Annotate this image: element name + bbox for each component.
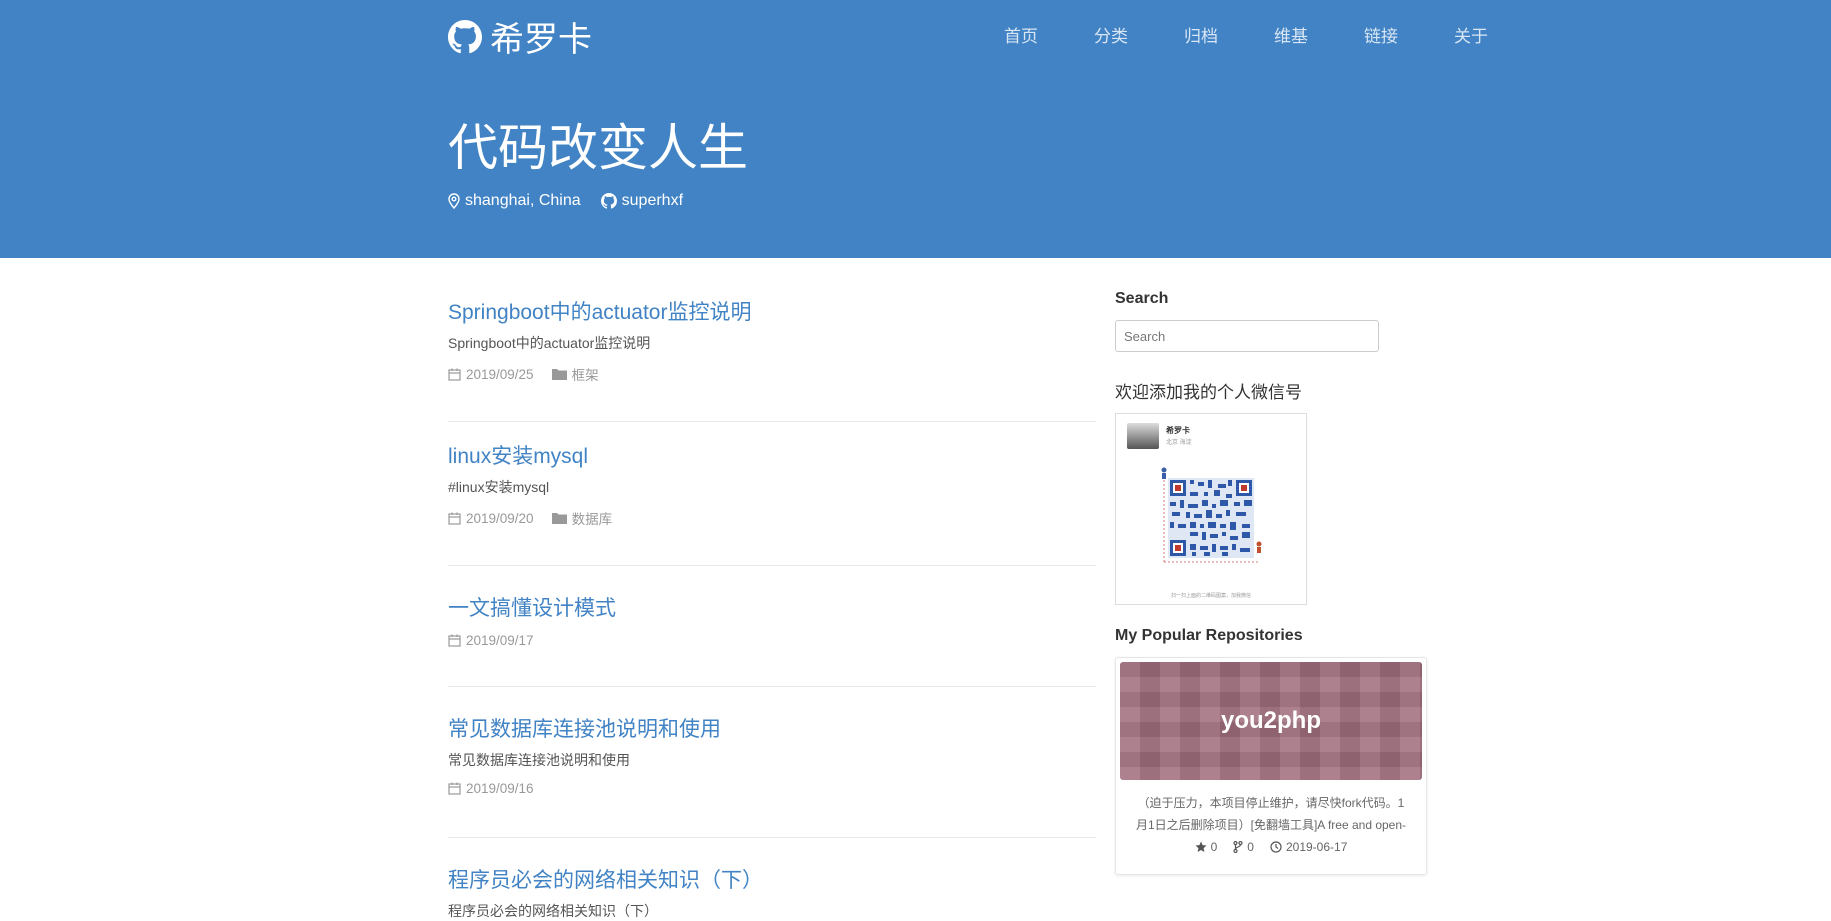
nav-links[interactable]: 链接 — [1364, 22, 1398, 47]
repo-stars-count: 0 — [1210, 840, 1218, 854]
repo-card[interactable]: you2php （迫于压力，本项目停止维护，请尽快fork代码。1月1日之后删除… — [1115, 657, 1427, 875]
nav-categories[interactable]: 分类 — [1094, 22, 1128, 47]
qr-profile-name: 希罗卡 — [1166, 426, 1190, 435]
repo-name: you2php — [1221, 707, 1321, 734]
repos-title: My Popular Repositories — [1115, 627, 1303, 644]
post-meta: 2019/09/25 框架 — [448, 364, 1096, 384]
nav-wiki[interactable]: 维基 — [1274, 22, 1308, 47]
repo-stars: 0 — [1195, 840, 1218, 854]
nav-home[interactable]: 首页 — [1004, 22, 1038, 47]
site-header: 希罗卡 首页 分类 归档 维基 链接 关于 代码改变人生 shanghai, C… — [0, 0, 1831, 258]
qr-code-image — [1161, 467, 1262, 563]
sidebar: Search 欢迎添加我的个人微信号 希罗卡 北京 海淀 — [1115, 290, 1427, 875]
post-date: 2019/09/16 — [448, 781, 534, 796]
post-excerpt: #linux安装mysql — [448, 479, 550, 496]
nav-archives[interactable]: 归档 — [1184, 22, 1218, 47]
calendar-icon — [448, 368, 461, 381]
main-nav: 首页 分类 归档 维基 链接 关于 — [1004, 22, 1488, 47]
star-icon — [1195, 841, 1207, 852]
search-title: Search — [1115, 290, 1169, 307]
map-pin-icon — [448, 193, 460, 209]
post-excerpt: 程序员必会的网络相关知识（下） — [448, 903, 658, 920]
post-date: 2019/09/25 — [448, 367, 534, 382]
post-title-link[interactable]: linux安装mysql — [448, 444, 1096, 469]
post-date: 2019/09/17 — [448, 633, 534, 648]
post-date-text: 2019/09/25 — [466, 366, 534, 382]
post-title-link[interactable]: 常见数据库连接池说明和使用 — [448, 717, 1096, 742]
folder-icon — [551, 513, 567, 525]
repo-updated-date: 2019-06-17 — [1285, 840, 1348, 854]
qr-profile-location: 北京 海淀 — [1166, 440, 1192, 446]
post-meta: 2019/09/16 — [448, 781, 1096, 796]
post-date-text: 2019/09/17 — [466, 633, 534, 649]
repo-updated: 2019-06-17 — [1270, 840, 1347, 854]
post-excerpt: 常见数据库连接池说明和使用 — [448, 752, 630, 769]
post-date-text: 2019/09/16 — [466, 781, 534, 797]
calendar-icon — [448, 782, 461, 795]
post-item: 一文搞懂设计模式 2019/09/17 — [448, 596, 1096, 687]
location-text: shanghai, China — [465, 192, 581, 209]
repo-forks-count: 0 — [1247, 840, 1254, 854]
wechat-title: 欢迎添加我的个人微信号 — [1115, 383, 1302, 402]
post-meta: 2019/09/20 数据库 — [448, 508, 1096, 528]
calendar-icon — [448, 634, 461, 647]
post-meta: 2019/09/17 — [448, 633, 1096, 648]
github-username: superhxf — [621, 192, 684, 209]
post-category-link[interactable]: 数据库 — [572, 508, 613, 528]
post-list: Springboot中的actuator监控说明 Springboot中的act… — [448, 300, 1096, 921]
github-profile-link[interactable]: superhxf — [600, 192, 684, 210]
site-title: 代码改变人生 — [448, 120, 748, 176]
location: shanghai, China — [448, 192, 581, 210]
post-item: linux安装mysql #linux安装mysql 2019/09/20 数据… — [448, 444, 1096, 566]
post-date: 2019/09/20 — [448, 511, 534, 526]
site-meta: shanghai, China superhxf — [448, 192, 703, 210]
repo-description: （迫于压力，本项目停止维护，请尽快fork代码。1月1日之后删除项目）[免翻墙工… — [1135, 796, 1407, 832]
post-title-link[interactable]: 一文搞懂设计模式 — [448, 596, 1096, 621]
github-icon — [448, 19, 482, 53]
qr-caption: 扫一扫上面的二维码图案，加我微信 — [1170, 593, 1251, 599]
post-item: 常见数据库连接池说明和使用 常见数据库连接池说明和使用 2019/09/16 — [448, 717, 1096, 838]
github-icon — [600, 193, 617, 209]
folder-icon — [551, 369, 567, 381]
avatar — [1127, 423, 1159, 449]
post-excerpt: Springboot中的actuator监控说明 — [448, 335, 651, 352]
fork-icon — [1233, 841, 1243, 853]
post-category: 框架 — [551, 364, 599, 384]
post-date-text: 2019/09/20 — [466, 510, 534, 526]
post-title-link[interactable]: 程序员必会的网络相关知识（下） — [448, 868, 1096, 893]
clock-icon — [1270, 841, 1282, 853]
nav-about[interactable]: 关于 — [1454, 22, 1488, 47]
post-category: 数据库 — [551, 508, 613, 528]
repo-banner[interactable]: you2php — [1120, 662, 1422, 780]
repo-forks: 0 — [1233, 840, 1254, 854]
post-item: 程序员必会的网络相关知识（下） 程序员必会的网络相关知识（下） — [448, 868, 1096, 921]
post-item: Springboot中的actuator监控说明 Springboot中的act… — [448, 300, 1096, 422]
brand-link[interactable]: 希罗卡 — [448, 12, 592, 61]
post-category-link[interactable]: 框架 — [572, 364, 599, 384]
calendar-icon — [448, 512, 461, 525]
repo-stats: 0 0 2019-06-17 — [1116, 840, 1426, 854]
post-title-link[interactable]: Springboot中的actuator监控说明 — [448, 300, 1096, 325]
search-input[interactable] — [1115, 320, 1379, 352]
brand-name: 希罗卡 — [490, 21, 592, 59]
wechat-qr-card: 希罗卡 北京 海淀 扫一扫上面的二维码图案，加我微信 — [1115, 413, 1307, 605]
